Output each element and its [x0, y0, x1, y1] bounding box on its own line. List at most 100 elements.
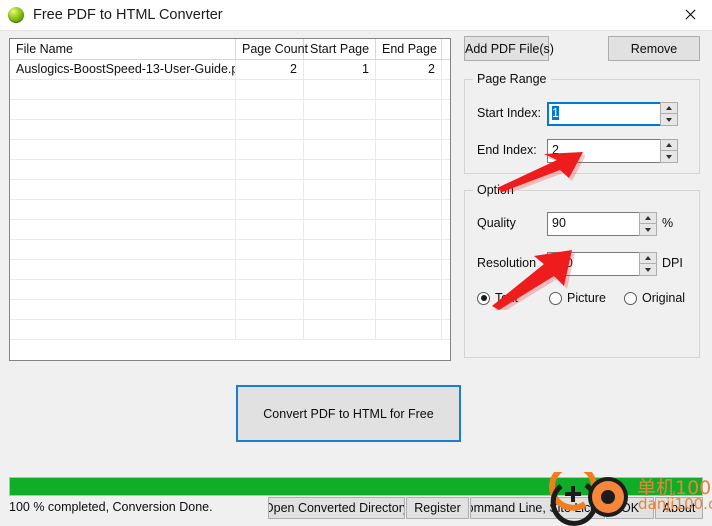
column-header-end-page[interactable]: End Page — [376, 39, 442, 59]
cell-empty — [376, 100, 442, 119]
chevron-down-icon[interactable] — [639, 224, 657, 236]
table-row-empty[interactable] — [10, 140, 450, 160]
radio-icon — [624, 291, 637, 305]
start-index-stepper[interactable]: 1 — [547, 102, 678, 126]
title-separator — [0, 30, 712, 31]
table-row-empty[interactable] — [10, 100, 450, 120]
close-glyph — [684, 9, 695, 20]
cell-empty — [10, 240, 236, 259]
cell-empty — [376, 260, 442, 279]
chevron-up-icon[interactable] — [660, 139, 678, 151]
chevron-up-icon[interactable] — [639, 212, 657, 224]
cell-empty — [10, 300, 236, 319]
radio-icon — [477, 291, 490, 305]
cell-empty — [376, 200, 442, 219]
cell-empty — [10, 320, 236, 339]
close-icon[interactable] — [666, 0, 712, 29]
table-row-empty[interactable] — [10, 260, 450, 280]
cell-empty — [304, 300, 376, 319]
table-row-empty[interactable] — [10, 200, 450, 220]
remove-button[interactable]: Remove — [608, 36, 700, 61]
chevron-down-icon[interactable] — [639, 264, 657, 276]
cell-start-page: 1 — [304, 60, 376, 79]
cell-empty — [304, 120, 376, 139]
table-row-empty[interactable] — [10, 280, 450, 300]
page-range-legend: Page Range — [473, 72, 551, 86]
cell-empty — [10, 160, 236, 179]
chevron-up-icon[interactable] — [660, 102, 678, 114]
status-text: 100 % completed, Conversion Done. — [9, 500, 213, 514]
radio-mode-picture[interactable]: Picture — [549, 291, 606, 305]
radio-mode-text[interactable]: Text — [477, 291, 518, 305]
table-row-empty[interactable] — [10, 120, 450, 140]
table-row-empty[interactable] — [10, 80, 450, 100]
table-row-empty[interactable] — [10, 160, 450, 180]
cell-empty — [236, 320, 304, 339]
cell-empty — [376, 240, 442, 259]
radio-mode-original[interactable]: Original — [624, 291, 685, 305]
open-converted-directory-button[interactable]: Open Converted Directory — [268, 497, 405, 519]
cell-empty — [304, 140, 376, 159]
ok-button[interactable]: OK — [606, 497, 654, 519]
resolution-unit: DPI — [662, 256, 683, 270]
quality-spinner[interactable] — [639, 212, 657, 236]
column-header-file-name[interactable]: File Name — [10, 39, 236, 59]
radio-mode-original-label: Original — [642, 291, 686, 305]
chevron-up-icon[interactable] — [639, 252, 657, 264]
cell-empty — [304, 260, 376, 279]
title-bar: Free PDF to HTML Converter — [0, 0, 712, 30]
table-row-empty[interactable] — [10, 320, 450, 340]
cell-empty — [10, 140, 236, 159]
end-index-spinner[interactable] — [660, 139, 678, 163]
cell-empty — [236, 80, 304, 99]
column-header-page-count[interactable]: Page Count — [236, 39, 308, 59]
quality-stepper[interactable]: 90 — [547, 212, 657, 236]
radio-mode-picture-label: Picture — [567, 291, 606, 305]
radio-icon — [549, 291, 562, 305]
cell-end-page: 2 — [376, 60, 442, 79]
resolution-spinner[interactable] — [639, 252, 657, 276]
table-row-empty[interactable] — [10, 300, 450, 320]
cell-empty — [376, 140, 442, 159]
column-header-start-page[interactable]: Start Page — [304, 39, 376, 59]
register-button[interactable]: Register — [406, 497, 469, 519]
cell-empty — [236, 220, 304, 239]
application-window: Free PDF to HTML Converter File Name Pag… — [0, 0, 712, 526]
file-list-table[interactable]: File Name Page Count Start Page End Page… — [9, 38, 451, 361]
start-index-spinner[interactable] — [660, 102, 678, 126]
start-index-input[interactable]: 1 — [547, 102, 660, 126]
cell-empty — [10, 100, 236, 119]
resolution-stepper[interactable]: 150 — [547, 252, 657, 276]
table-row-empty[interactable] — [10, 220, 450, 240]
cell-empty — [236, 280, 304, 299]
about-button[interactable]: About — [655, 497, 703, 519]
end-index-input[interactable]: 2 — [547, 139, 660, 163]
cell-empty — [376, 80, 442, 99]
convert-pdf-to-html-button[interactable]: Convert PDF to HTML for Free — [236, 385, 461, 442]
chevron-down-icon[interactable] — [660, 114, 678, 126]
table-row-empty[interactable] — [10, 240, 450, 260]
app-logo-icon — [8, 7, 24, 23]
cell-empty — [376, 160, 442, 179]
resolution-input[interactable]: 150 — [547, 252, 639, 276]
cell-empty — [376, 120, 442, 139]
cell-empty — [304, 80, 376, 99]
end-index-stepper[interactable]: 2 — [547, 139, 678, 163]
cell-empty — [236, 160, 304, 179]
option-legend: Option — [473, 183, 518, 197]
cell-empty — [304, 180, 376, 199]
add-pdf-files-button[interactable]: Add PDF File(s) — [464, 36, 554, 61]
table-row[interactable]: Auslogics-BoostSpeed-13-User-Guide.pdf 2… — [10, 60, 450, 80]
cell-empty — [236, 240, 304, 259]
chevron-down-icon[interactable] — [660, 151, 678, 163]
cell-empty — [236, 100, 304, 119]
cell-empty — [10, 280, 236, 299]
cell-empty — [236, 140, 304, 159]
quality-unit: % — [662, 216, 674, 230]
cell-empty — [236, 260, 304, 279]
command-line-site-license-button[interactable]: Command Line, Site License — [470, 497, 605, 519]
cell-empty — [376, 180, 442, 199]
quality-input[interactable]: 90 — [547, 212, 639, 236]
table-row-empty[interactable] — [10, 180, 450, 200]
cell-empty — [10, 200, 236, 219]
